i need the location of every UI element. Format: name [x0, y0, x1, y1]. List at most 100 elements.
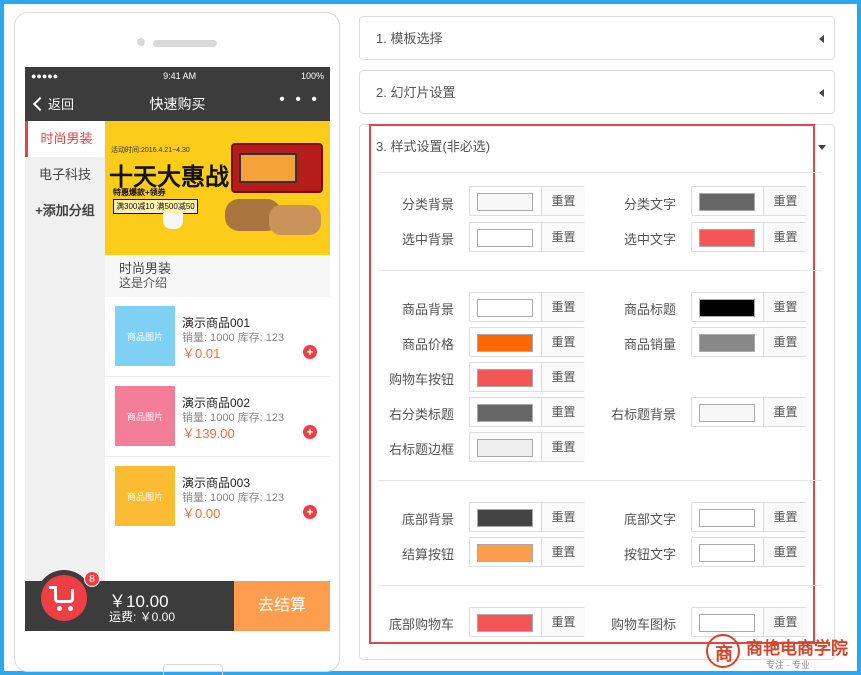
carrier-signal: ●●●●● [31, 71, 59, 81]
color-picker-right-title-bg[interactable]: 重置 [691, 397, 807, 427]
logo-name: 商艳电商学院 [746, 639, 848, 659]
product-area: 活动时间:2016.4.21~4.30 十天大惠战 特惠爆款+领券 满300减1… [105, 121, 330, 581]
color-swatch[interactable] [699, 299, 755, 317]
brand-logo: 商 商艳电商学院 专注 · 专业 [706, 632, 856, 672]
nav-bar: 返回 快速购买 • • • [25, 85, 330, 121]
reset-button[interactable]: 重置 [541, 293, 585, 321]
category-header: 时尚男装 这是介绍 [105, 255, 330, 297]
color-picker-bottom-bg[interactable]: 重置 [469, 502, 585, 532]
color-swatch[interactable] [699, 404, 755, 422]
style-label: 商品销量 [623, 337, 676, 352]
banner-time: 活动时间:2016.4.21~4.30 [111, 147, 190, 154]
color-picker-right-title-border[interactable]: 重置 [469, 432, 585, 462]
color-swatch[interactable] [699, 614, 755, 632]
caret-down-icon [818, 145, 826, 150]
product-price: ￥0.01 [182, 346, 221, 361]
color-picker-sel-text[interactable]: 重置 [691, 222, 807, 252]
add-group-button[interactable]: +添加分组 [25, 193, 105, 229]
color-picker-goods-title[interactable]: 重置 [691, 292, 807, 322]
status-time: 9:41 AM [163, 71, 197, 81]
color-swatch[interactable] [477, 439, 533, 457]
product-item[interactable]: 商品图片 演示商品002 销量: 1000 库存: 123 ￥139.00 + [105, 377, 330, 457]
cart-shipping: 运费: ￥0.00 [109, 610, 176, 624]
phone-screen: ●●●●● 9:41 AM 100% 返回 快速购买 • • • 时尚男装 电子… [25, 67, 330, 632]
reset-button[interactable]: 重置 [763, 293, 807, 321]
more-icon[interactable]: • • • [279, 91, 320, 109]
color-swatch[interactable] [699, 334, 755, 352]
style-label: 商品标题 [623, 302, 676, 317]
reset-button[interactable]: 重置 [763, 503, 807, 531]
color-picker-right-cat-title[interactable]: 重置 [469, 397, 585, 427]
color-picker-bottom-text[interactable]: 重置 [691, 502, 807, 532]
add-to-cart-icon[interactable]: + [303, 505, 317, 519]
panel-template[interactable]: 1. 模板选择 [359, 16, 835, 60]
reset-button[interactable]: 重置 [541, 398, 585, 426]
reset-button[interactable]: 重置 [541, 433, 585, 461]
caret-left-icon [819, 89, 824, 97]
reset-button[interactable]: 重置 [763, 328, 807, 356]
sidebar-item-tech[interactable]: 电子科技 [25, 157, 105, 193]
color-swatch[interactable] [699, 193, 755, 211]
phone-speaker [153, 40, 217, 47]
color-swatch[interactable] [477, 334, 533, 352]
color-picker-checkout-btn[interactable]: 重置 [469, 537, 585, 567]
reset-button[interactable]: 重置 [763, 187, 807, 215]
reset-button[interactable]: 重置 [541, 538, 585, 566]
color-picker-sel-bg[interactable]: 重置 [469, 222, 585, 252]
divider [378, 480, 822, 481]
category-sidebar: 时尚男装 电子科技 +添加分组 [25, 121, 105, 581]
add-to-cart-icon[interactable]: + [303, 425, 317, 439]
reset-button[interactable]: 重置 [763, 398, 807, 426]
cup-image [163, 213, 183, 229]
color-picker-cart-btn[interactable]: 重置 [469, 362, 585, 392]
battery-level: 100% [300, 71, 324, 81]
product-item[interactable]: 商品图片 演示商品003 销量: 1000 库存: 123 ￥0.00 + [105, 457, 330, 537]
color-picker-bottom-cart[interactable]: 重置 [469, 607, 585, 637]
product-image: 商品图片 [115, 466, 175, 526]
reset-button[interactable]: 重置 [541, 223, 585, 251]
phone-camera [137, 38, 145, 46]
color-swatch[interactable] [477, 193, 533, 211]
category-name: 时尚男装 [119, 261, 172, 276]
style-label: 底部背景 [401, 512, 454, 527]
product-price: ￥0.00 [182, 506, 221, 521]
reset-button[interactable]: 重置 [541, 503, 585, 531]
color-swatch[interactable] [477, 614, 533, 632]
color-swatch[interactable] [477, 229, 533, 247]
product-item[interactable]: 商品图片 演示商品001 销量: 1000 库存: 123 ￥0.01 + [105, 297, 330, 377]
color-picker-cat-bg[interactable]: 重置 [469, 186, 585, 216]
color-picker-btn-text[interactable]: 重置 [691, 537, 807, 567]
color-swatch[interactable] [477, 299, 533, 317]
promo-banner[interactable]: 活动时间:2016.4.21~4.30 十天大惠战 特惠爆款+领券 满300减1… [105, 121, 330, 255]
color-picker-cat-text[interactable]: 重置 [691, 186, 807, 216]
reset-button[interactable]: 重置 [541, 187, 585, 215]
reset-button[interactable]: 重置 [541, 328, 585, 356]
color-swatch[interactable] [699, 229, 755, 247]
style-label: 选中文字 [623, 232, 676, 247]
color-swatch[interactable] [699, 509, 755, 527]
color-swatch[interactable] [477, 544, 533, 562]
panel-title: 2. 幻灯片设置 [376, 85, 456, 100]
add-to-cart-icon[interactable]: + [303, 345, 317, 359]
style-label: 购物车按钮 [388, 372, 454, 387]
style-label: 购物车图标 [610, 617, 676, 632]
panel-slides[interactable]: 2. 幻灯片设置 [359, 70, 835, 114]
logo-slogan: 专注 · 专业 [766, 660, 810, 670]
reset-button[interactable]: 重置 [541, 363, 585, 391]
color-swatch[interactable] [477, 404, 533, 422]
oven-image [231, 143, 323, 193]
color-swatch[interactable] [699, 544, 755, 562]
logo-icon: 商 [706, 634, 740, 668]
color-swatch[interactable] [477, 369, 533, 387]
checkout-button[interactable]: 去结算 [234, 581, 330, 631]
style-label: 商品背景 [401, 302, 454, 317]
reset-button[interactable]: 重置 [763, 223, 807, 251]
color-picker-goods-price[interactable]: 重置 [469, 327, 585, 357]
color-picker-goods-sales[interactable]: 重置 [691, 327, 807, 357]
color-picker-goods-bg[interactable]: 重置 [469, 292, 585, 322]
reset-button[interactable]: 重置 [763, 538, 807, 566]
sidebar-item-fashion[interactable]: 时尚男装 [25, 121, 105, 157]
banner-deal: 满300减10 满500减50 [113, 199, 198, 214]
reset-button[interactable]: 重置 [541, 608, 585, 636]
color-swatch[interactable] [477, 509, 533, 527]
